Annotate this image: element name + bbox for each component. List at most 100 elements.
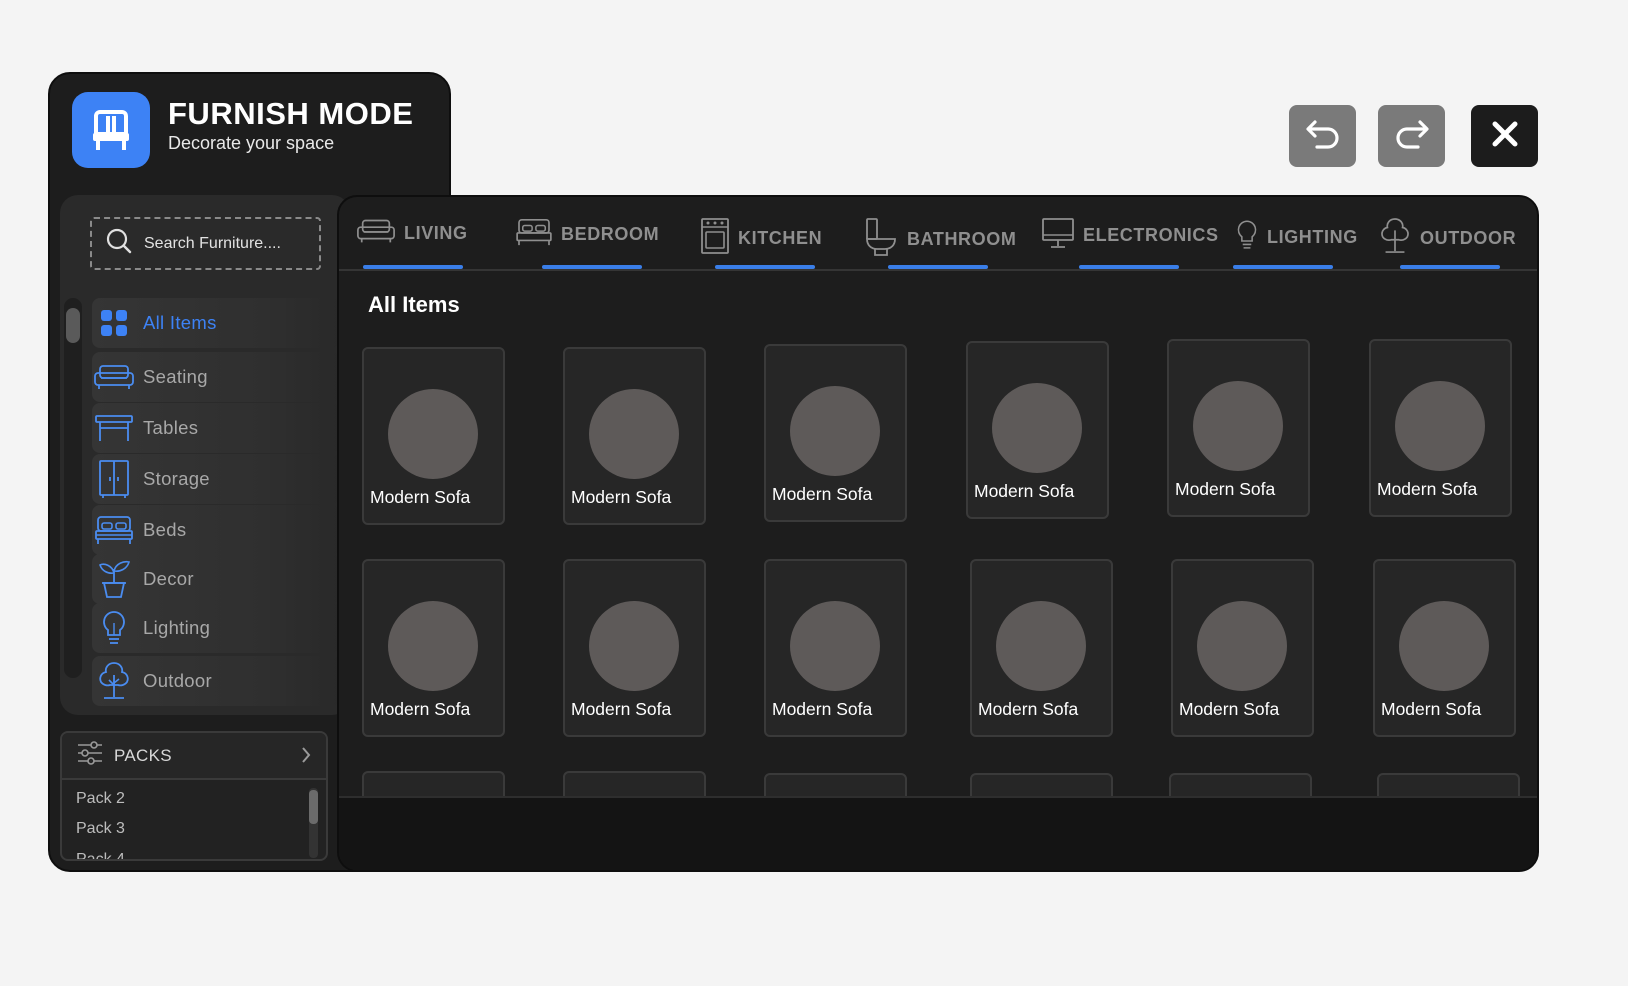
sidebar-item-label: Decor xyxy=(143,568,194,589)
item-card[interactable]: Modern Sofa xyxy=(1369,339,1512,517)
item-card[interactable] xyxy=(970,773,1113,796)
packs-header[interactable]: PACKS xyxy=(62,733,326,780)
item-thumbnail xyxy=(1399,601,1489,691)
item-thumbnail xyxy=(790,601,880,691)
item-card[interactable] xyxy=(764,773,907,796)
close-icon xyxy=(1488,117,1522,156)
tab-living[interactable]: LIVING xyxy=(356,217,468,250)
grid-icon xyxy=(92,301,136,345)
sofa-icon xyxy=(356,217,396,250)
tab-label: KITCHEN xyxy=(738,228,823,248)
item-label: Modern Sofa xyxy=(1381,699,1482,719)
bed-icon xyxy=(515,217,553,252)
sidebar-item-lighting[interactable]: Lighting xyxy=(92,603,340,653)
sofa-icon xyxy=(92,355,136,399)
table-icon xyxy=(92,406,136,450)
sidebar-item-label: Seating xyxy=(143,366,208,387)
toilet-icon xyxy=(863,217,899,262)
item-card[interactable]: Modern Sofa xyxy=(764,559,907,737)
item-card[interactable]: Modern Sofa xyxy=(563,559,706,737)
item-card[interactable]: Modern Sofa xyxy=(970,559,1113,737)
redo-button[interactable] xyxy=(1378,105,1445,167)
item-label: Modern Sofa xyxy=(772,484,873,504)
tab-underline xyxy=(888,265,988,269)
item-card[interactable]: Modern Sofa xyxy=(362,559,505,737)
item-thumbnail xyxy=(992,383,1082,473)
sidebar-scroll-thumb[interactable] xyxy=(66,308,80,343)
sidebar-item-beds[interactable]: Beds xyxy=(92,505,340,555)
chair-icon xyxy=(72,92,150,168)
item-grid: Modern Sofa Modern Sofa Modern Sofa Mode… xyxy=(339,273,1537,796)
tab-underline xyxy=(542,265,642,269)
item-card[interactable]: Modern Sofa xyxy=(563,347,706,525)
item-label: Modern Sofa xyxy=(772,699,873,719)
tab-label: LIVING xyxy=(404,223,468,243)
tab-electronics[interactable]: ELECTRONICS xyxy=(1041,217,1219,254)
tab-label: BEDROOM xyxy=(561,224,660,244)
tab-underline xyxy=(363,265,463,269)
tab-bathroom[interactable]: BATHROOM xyxy=(863,217,1016,262)
bottom-bar xyxy=(339,796,1537,870)
item-card[interactable]: Modern Sofa xyxy=(1373,559,1516,737)
tab-lighting[interactable]: LIGHTING xyxy=(1235,217,1358,258)
item-card[interactable]: Modern Sofa xyxy=(966,341,1109,519)
item-card[interactable]: Modern Sofa xyxy=(1171,559,1314,737)
search-icon xyxy=(106,228,132,259)
item-thumbnail xyxy=(388,389,478,479)
pack-item[interactable]: Pack 2 xyxy=(76,790,125,808)
item-label: Modern Sofa xyxy=(370,699,471,719)
item-thumbnail xyxy=(1197,601,1287,691)
item-card[interactable] xyxy=(362,771,505,796)
sidebar-item-all-items[interactable]: All Items xyxy=(92,298,340,348)
tab-label: ELECTRONICS xyxy=(1083,225,1219,245)
close-button[interactable] xyxy=(1471,105,1538,167)
item-card[interactable]: Modern Sofa xyxy=(764,344,907,522)
search-placeholder: Search Furniture.... xyxy=(144,234,281,252)
item-label: Modern Sofa xyxy=(1179,699,1280,719)
tab-outdoor[interactable]: OUTDOOR xyxy=(1378,217,1516,260)
item-thumbnail xyxy=(388,601,478,691)
sliders-icon xyxy=(76,740,104,771)
search-input[interactable]: Search Furniture.... xyxy=(90,217,321,270)
stove-icon xyxy=(700,217,730,260)
pack-item[interactable]: Pack 4 xyxy=(76,851,125,859)
sidebar-item-decor[interactable]: Decor xyxy=(92,554,340,604)
tab-label: OUTDOOR xyxy=(1420,228,1517,248)
item-thumbnail xyxy=(790,386,880,476)
item-card[interactable] xyxy=(563,771,706,796)
item-card[interactable] xyxy=(1169,773,1312,796)
sidebar-item-seating[interactable]: Seating xyxy=(92,352,340,402)
tab-underline xyxy=(715,265,815,269)
packs-scroll-thumb[interactable] xyxy=(309,790,318,824)
main-panel: LIVING BEDROOM KITCHEN BATHROOM ELECTRON… xyxy=(337,195,1539,872)
item-thumbnail xyxy=(1193,381,1283,471)
sidebar-item-label: Beds xyxy=(143,519,187,540)
sidebar-item-storage[interactable]: Storage xyxy=(92,454,340,504)
item-thumbnail xyxy=(996,601,1086,691)
sidebar-item-label: Outdoor xyxy=(143,670,212,691)
redo-icon xyxy=(1392,114,1432,159)
item-card[interactable]: Modern Sofa xyxy=(1167,339,1310,517)
sidebar-item-outdoor[interactable]: Outdoor xyxy=(92,656,340,706)
tab-underline xyxy=(1233,265,1333,269)
bulb-icon xyxy=(1235,217,1259,258)
item-label: Modern Sofa xyxy=(370,487,471,507)
tree-icon xyxy=(1378,217,1412,260)
undo-button[interactable] xyxy=(1289,105,1356,167)
item-thumbnail xyxy=(1395,381,1485,471)
chevron-right-icon[interactable] xyxy=(300,745,312,770)
item-label: Modern Sofa xyxy=(974,481,1075,501)
undo-icon xyxy=(1303,114,1343,159)
plant-icon xyxy=(92,557,136,601)
item-thumbnail xyxy=(589,601,679,691)
sidebar-scrollbar[interactable] xyxy=(64,298,82,678)
tab-bedroom[interactable]: BEDROOM xyxy=(515,217,659,252)
packs-panel: PACKS Pack 2 Pack 3 Pack 4 xyxy=(60,731,328,861)
app-subtitle: Decorate your space xyxy=(168,133,335,153)
item-card[interactable] xyxy=(1377,773,1520,796)
pack-item[interactable]: Pack 3 xyxy=(76,820,125,838)
tab-kitchen[interactable]: KITCHEN xyxy=(700,217,822,260)
sidebar-item-tables[interactable]: Tables xyxy=(92,403,340,453)
tree-icon xyxy=(92,659,136,703)
item-card[interactable]: Modern Sofa xyxy=(362,347,505,525)
